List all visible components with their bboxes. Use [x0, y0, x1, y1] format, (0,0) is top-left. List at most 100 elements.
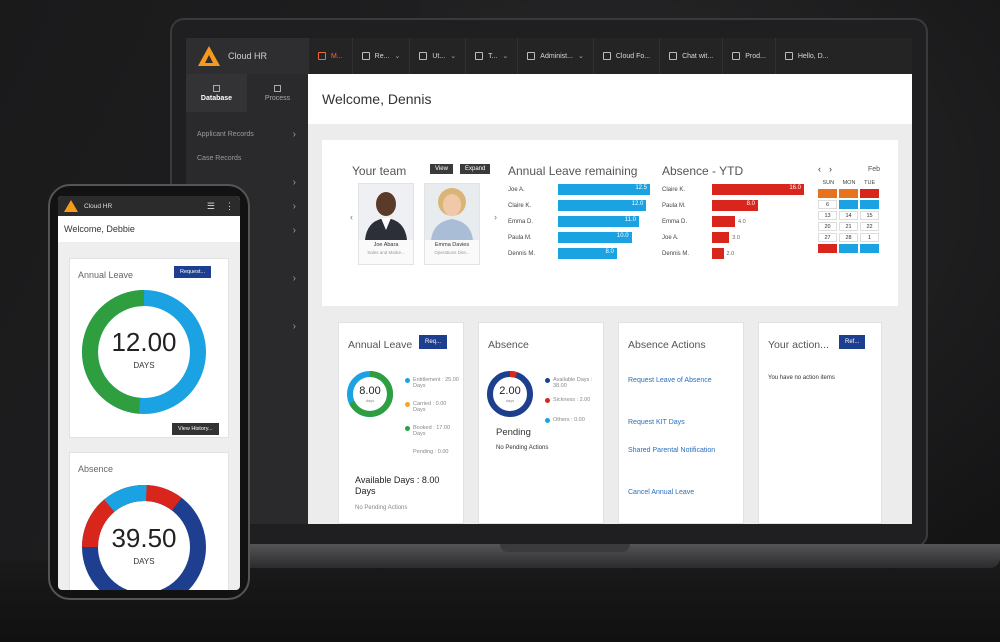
product-icon	[732, 52, 741, 60]
bar-value: 16.0	[789, 185, 801, 191]
laptop-screen: Cloud HR M... Re... ⌄ Ut... ⌄ T... ⌄ Administ..…	[186, 38, 912, 524]
bar: 8.0	[712, 200, 758, 211]
expand-button[interactable]: Expand	[460, 164, 491, 174]
legend-label: Booked : 17.00 Days	[413, 425, 451, 437]
nav-item-label: Hello, D...	[797, 52, 829, 60]
absence-action-link[interactable]: Request KIT Days	[628, 417, 728, 429]
calendar-day[interactable]	[860, 244, 879, 253]
absence-card: Absence 2.00 days Available Days : 38.00…	[478, 322, 604, 524]
legend-dot-icon	[545, 378, 550, 383]
no-actions-text: You have no action items	[768, 375, 835, 381]
absence-ytd-title: Absence - YTD	[662, 164, 744, 178]
calendar-prev-icon[interactable]: ‹	[818, 164, 821, 174]
bar-row[interactable]: Emma D. 4.0	[662, 216, 746, 227]
calendar-day[interactable]	[839, 200, 858, 209]
bar-label: Dennis M.	[662, 250, 690, 257]
legend-label: Others : 0.00	[553, 417, 585, 423]
nav-item[interactable]: Administ... ⌄	[517, 38, 593, 74]
nav-item[interactable]: M...	[308, 38, 352, 74]
bar	[712, 216, 735, 227]
nav-item-label: Re...	[374, 52, 390, 60]
view-history-button[interactable]: View History...	[172, 423, 219, 435]
bar-label: Dennis M.	[508, 250, 536, 257]
chevron-right-icon: ›	[292, 272, 296, 284]
absence-action-link[interactable]: Shared Parental Notification	[628, 445, 728, 457]
sidebar-item[interactable]: Case Records	[186, 146, 308, 170]
legend-label: Pending : 0.00	[413, 449, 449, 455]
bar-row[interactable]: Claire K. 16.0	[662, 184, 804, 195]
phone-absence-title: Absence	[78, 464, 114, 474]
bar-row[interactable]: Joe A. 3.0	[662, 232, 740, 243]
absence-action-link[interactable]: Cancel Annual Leave	[628, 487, 728, 499]
bar-value: 12.0	[631, 201, 644, 207]
bar-row[interactable]: Dennis M. 8.0	[508, 248, 617, 259]
phone-absence-unit: DAYS	[133, 557, 155, 566]
calendar-day[interactable]: 20	[818, 222, 837, 231]
phone-request-button[interactable]: Request...	[174, 266, 212, 278]
pending-text: No Pending Actions	[496, 445, 549, 451]
absence-action-link[interactable]: Request Leave of Absence	[628, 375, 728, 387]
calendar-weekday: TUE	[864, 180, 876, 186]
view-button[interactable]: View	[430, 164, 453, 174]
bar-row[interactable]: Claire K. 12.0	[508, 200, 647, 211]
team-next-arrow-icon[interactable]: ›	[494, 212, 497, 222]
sidebar-item[interactable]: Applicant Records ›	[186, 122, 308, 146]
hamburger-menu-icon[interactable]: ☰	[207, 201, 215, 212]
more-vertical-icon[interactable]: ⋮	[225, 201, 234, 212]
bar-row[interactable]: Dennis M. 2.0	[662, 248, 734, 259]
nav-item[interactable]: T... ⌄	[465, 38, 517, 74]
nav-item-label: M...	[331, 52, 343, 60]
annual-leave-title: Annual Leave	[348, 339, 413, 351]
nav-item[interactable]: Hello, D...	[774, 38, 838, 74]
chevron-down-icon: ⌄	[502, 53, 509, 60]
legend-dot-icon	[545, 418, 550, 423]
calendar-day[interactable]	[860, 200, 879, 209]
calendar-day[interactable]: 27	[818, 233, 837, 242]
calendar-month: Feb	[867, 165, 880, 173]
bar-value: 3.0	[732, 234, 740, 241]
top-nav-bar: Cloud HR M... Re... ⌄ Ut... ⌄ T... ⌄ Administ..…	[186, 38, 912, 74]
team-member-card[interactable]: Emma Davies Operations Dire...	[424, 183, 480, 265]
nav-item-label: Chat wit...	[682, 52, 714, 60]
calendar-day[interactable]	[818, 244, 837, 253]
legend-dot-icon	[405, 426, 410, 431]
nav-item[interactable]: Prod...	[722, 38, 775, 74]
team-member-card[interactable]: Joe Abara Sales and Marke...	[358, 183, 414, 265]
calendar-day[interactable]	[839, 189, 858, 198]
nav-item[interactable]: Cloud Fo...	[592, 38, 659, 74]
calendar-day[interactable]: 28	[839, 233, 858, 242]
brand[interactable]: Cloud HR	[186, 38, 308, 74]
nav-item[interactable]: Re... ⌄	[351, 38, 410, 74]
chevron-right-icon: ›	[292, 200, 296, 212]
user-icon	[784, 52, 793, 60]
database-icon	[213, 84, 220, 92]
nav-item[interactable]: Ut... ⌄	[409, 38, 465, 74]
refresh-button[interactable]: Ref...	[839, 335, 866, 349]
bar-row[interactable]: Paula M. 10.0	[508, 232, 632, 243]
legend-item: Entitlement : 25.00 Days	[405, 377, 459, 389]
bar-row[interactable]: Paula M. 8.0	[662, 200, 758, 211]
tab-database[interactable]: Database	[186, 74, 247, 112]
calendar-day[interactable]: 21	[839, 222, 858, 231]
bar-label: Paula M.	[662, 202, 686, 209]
calendar-day[interactable]	[818, 189, 837, 198]
bar-row[interactable]: Emma D. 11.0	[508, 216, 639, 227]
calendar-day[interactable]	[860, 189, 879, 198]
calendar-day[interactable]: 22	[860, 222, 879, 231]
request-leave-button[interactable]: Req...	[419, 335, 448, 349]
calendar-next-icon[interactable]: ›	[829, 164, 832, 174]
calendar-day[interactable]: 14	[839, 211, 858, 220]
legend-item: Booked : 17.00 Days	[405, 425, 459, 437]
calendar-day[interactable]: 1	[860, 233, 879, 242]
tab-process[interactable]: Process	[247, 74, 308, 112]
calendar-day[interactable]: 15	[860, 211, 879, 220]
bar-row[interactable]: Joe A. 12.5	[508, 184, 650, 195]
team-prev-arrow-icon[interactable]: ‹	[350, 212, 353, 222]
phone-annual-leave-card: Annual Leave Request... 12.00 DAYS View …	[69, 258, 229, 438]
calendar-day[interactable]: 13	[818, 211, 837, 220]
nav-item[interactable]: Chat wit...	[659, 38, 722, 74]
bar-label: Emma D.	[508, 218, 534, 225]
calendar-day[interactable]	[839, 244, 858, 253]
annual-leave-donut-unit: days	[365, 398, 375, 403]
calendar-day[interactable]: 6	[818, 200, 837, 209]
